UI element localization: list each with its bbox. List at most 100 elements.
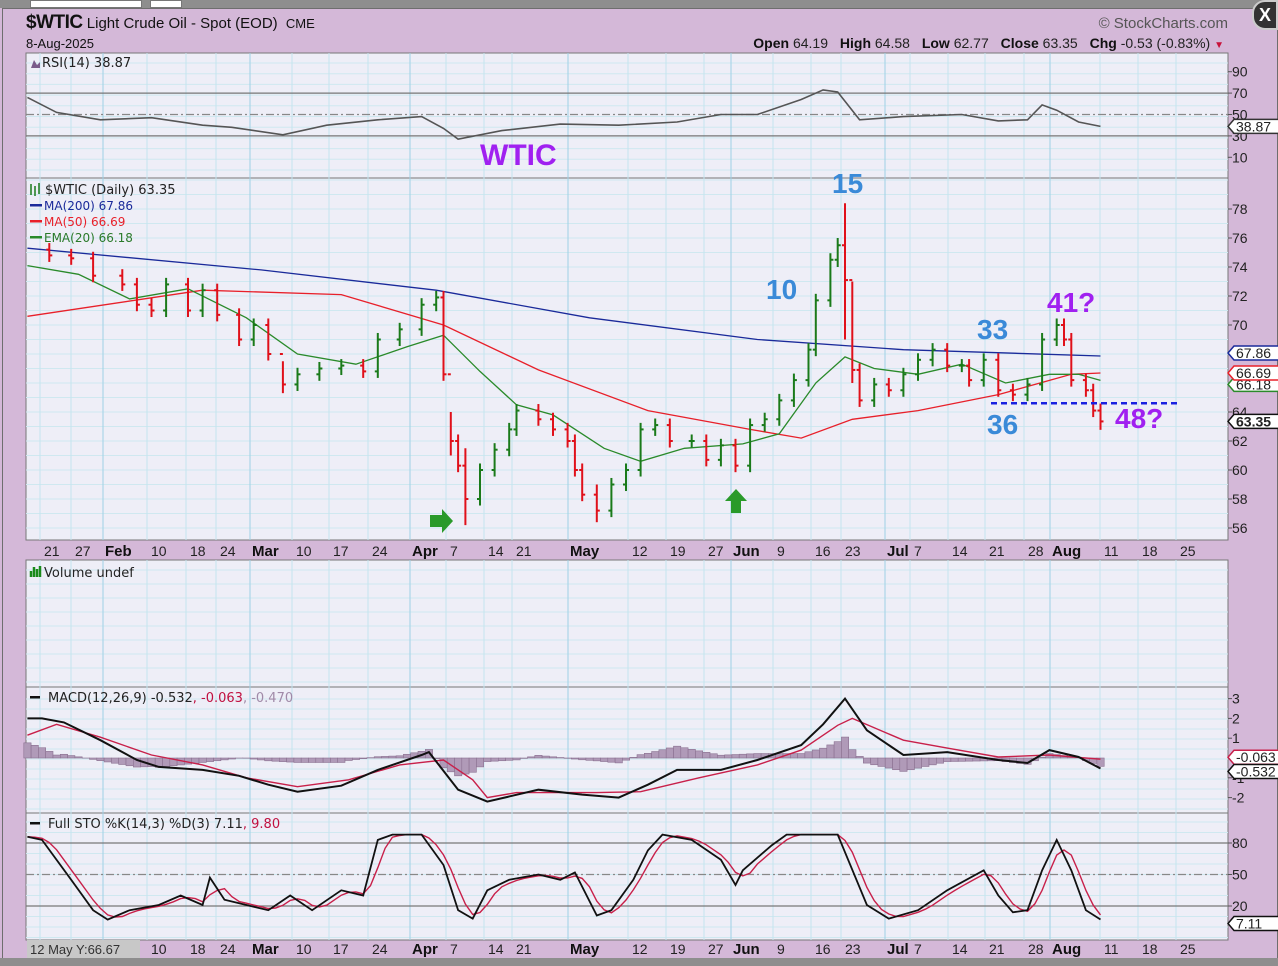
macd-histogram-bar	[877, 757, 886, 767]
macd-histogram-bar	[943, 757, 952, 762]
x-axis-tick-label: 12	[632, 543, 648, 559]
svg-text:38.87: 38.87	[1236, 118, 1271, 134]
x-axis-tick-label: 24	[372, 543, 388, 559]
x-axis-tick-label: 24	[220, 941, 236, 957]
macd-legend: MACD(12,26,9) -0.532, -0.063, -0.470	[48, 691, 293, 706]
macd-histogram-bar	[23, 742, 32, 759]
macd-histogram-bar	[687, 749, 696, 759]
ma200-swatch	[30, 204, 42, 207]
macd-histogram-bar	[651, 751, 660, 759]
macd-histogram-bar	[505, 757, 514, 761]
macd-tick-label: 2	[1232, 710, 1240, 726]
sto-tick-label: 20	[1232, 898, 1248, 914]
x-axis-tick-label: 10	[151, 941, 167, 957]
macd-histogram-bar	[534, 755, 543, 759]
macd-histogram-bar	[841, 736, 850, 759]
macd-legend-main: MACD(12,26,9) -0.532	[48, 691, 193, 706]
macd-histogram-bar	[753, 753, 762, 759]
macd-histogram-bar	[826, 744, 835, 759]
macd-histogram-bar	[921, 757, 930, 767]
macd-histogram-bar	[578, 757, 587, 761]
macd-histogram-bar	[731, 754, 740, 759]
x-axis-tick-label: 21	[989, 941, 1005, 957]
stock-chart[interactable]: 21 27 Feb 10 18 24 Mar 10 17 24 Apr 7 14 21 May 12 19 27 J…	[0, 0, 1278, 966]
x-axis-tick-label: Mar	[252, 543, 279, 560]
macd-histogram-bar	[862, 757, 871, 764]
macd-histogram-bar	[198, 757, 207, 763]
ma50-swatch	[30, 220, 42, 223]
x-axis-tick-label: Aug	[1052, 543, 1081, 560]
annotation-33: 33	[977, 314, 1008, 345]
macd-swatch	[30, 696, 40, 699]
macd-tick-label: 1	[1232, 730, 1240, 746]
x-axis-tick-label: 27	[75, 543, 91, 559]
macd-histogram-bar	[527, 756, 536, 759]
macd-histogram-bar	[804, 751, 813, 759]
annotation-10: 10	[766, 274, 797, 305]
macd-histogram-bar	[957, 757, 966, 762]
x-axis-tick-label: 14	[488, 543, 504, 559]
rsi-value-tag: 38.87	[1227, 118, 1278, 134]
macd-histogram-bar	[89, 757, 98, 760]
macd-histogram-bar	[249, 757, 258, 760]
macd-histogram-bar	[1038, 756, 1047, 759]
x-axis-tick-label: May	[570, 941, 600, 958]
x-axis-tick-label: 16	[815, 543, 831, 559]
macd-histogram-bar	[724, 754, 733, 759]
x-axis-tick-label: 23	[845, 941, 861, 957]
x-axis-tick-label: 27	[708, 941, 724, 957]
price-tick-label: 76	[1232, 230, 1248, 246]
x-axis-tick-label: 7	[914, 941, 922, 957]
macd-histogram-bar	[74, 756, 83, 759]
ma50-legend: MA(50) 66.69	[44, 215, 125, 229]
macd-histogram-bar	[935, 757, 944, 764]
x-axis-tick-label: 21	[989, 543, 1005, 559]
macd-histogram-bar	[308, 757, 317, 763]
macd-histogram-bar	[665, 747, 674, 759]
sto-legend-main: Full STO %K(14,3) %D(3) 7.11	[48, 817, 243, 832]
x-axis-tick-label: Mar	[252, 941, 279, 958]
price-tick-label: 62	[1232, 433, 1248, 449]
macd-histogram-bar	[67, 755, 76, 759]
x-axis-tick-label: Apr	[412, 941, 438, 958]
macd-histogram-bar	[257, 757, 265, 761]
annotation-36: 36	[987, 409, 1018, 440]
x-axis-tick-label: 18	[190, 941, 206, 957]
macd-histogram-bar	[592, 757, 601, 762]
annotation-41: 41?	[1047, 287, 1095, 318]
macd-histogram-bar	[337, 757, 346, 763]
macd-histogram-bar	[892, 757, 901, 771]
macd-histogram-bar	[38, 747, 47, 759]
macd-histogram-bar	[870, 757, 879, 766]
x-axis-tick-label: Jun	[733, 941, 760, 958]
macd-histogram-bar	[490, 757, 499, 762]
x-axis-tick-label: Apr	[412, 543, 438, 560]
rsi-tick-label: 70	[1232, 85, 1248, 101]
annotation-48: 48?	[1115, 403, 1163, 434]
macd-histogram-bar	[811, 749, 820, 759]
macd-histogram-bar	[899, 757, 908, 772]
volume-legend: Volume undef	[44, 566, 134, 581]
macd-histogram-bar	[206, 757, 214, 762]
macd-histogram-bar	[629, 757, 638, 759]
macd-histogram-bar	[512, 757, 521, 761]
macd-histogram-bar	[359, 757, 368, 759]
ma200-legend: MA(200) 67.86	[44, 199, 133, 213]
x-axis-tick-label: 17	[333, 543, 349, 559]
x-axis-tick-label: 21	[44, 543, 60, 559]
macd-value-tag: -0.532	[1227, 764, 1278, 780]
macd-histogram-bar	[344, 757, 353, 761]
price-tick-label: 58	[1232, 491, 1248, 507]
price-tick-label: 60	[1232, 462, 1248, 478]
annotation-wtic: WTIC	[480, 139, 557, 172]
x-axis-tick-label: 14	[488, 941, 504, 957]
svg-text:7.11: 7.11	[1236, 916, 1262, 932]
x-axis-tick-label: 12	[632, 941, 648, 957]
macd-histogram-bar	[388, 755, 397, 759]
macd-histogram-bar	[848, 749, 857, 759]
x-axis-tick-label: 10	[151, 543, 167, 559]
macd-histogram-bar	[351, 757, 360, 760]
macd-histogram-bar	[585, 757, 594, 761]
x-axis-tick-label: 25	[1180, 543, 1196, 559]
macd-histogram-bar	[271, 757, 280, 762]
